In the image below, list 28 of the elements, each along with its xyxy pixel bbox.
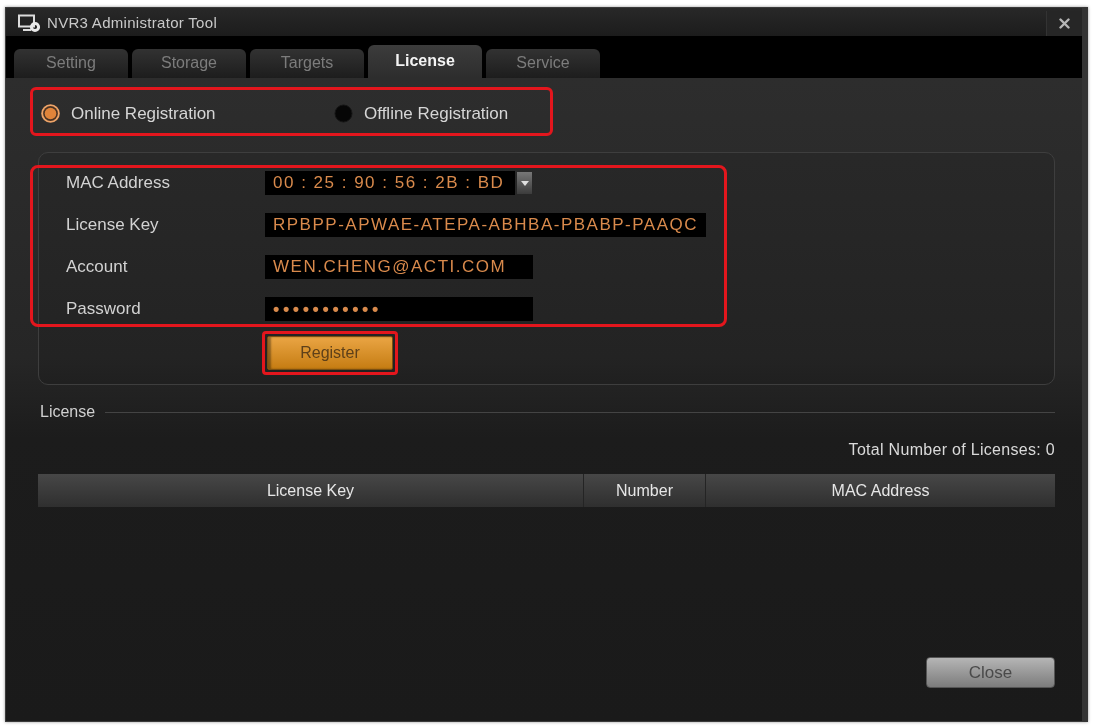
tab[interactable]: License [368, 45, 482, 78]
column-header: License Key [265, 480, 356, 501]
license-count-text: Total Number of Licenses: 0 [848, 441, 1055, 458]
input-field[interactable]: 00 : 25 : 90 : 56 : 2B : BD [265, 171, 515, 195]
window-close-button[interactable] [1046, 10, 1082, 36]
column-header: Number [583, 474, 705, 507]
caret-icon [520, 180, 529, 186]
field-label: License Key [66, 215, 160, 235]
field-label: Account [66, 257, 129, 277]
column-header: MAC Address [705, 474, 1055, 507]
input-field[interactable]: WEN.CHENG@ACTI.COM [265, 255, 533, 279]
radio-button[interactable] [334, 104, 353, 123]
section-title: License [40, 403, 96, 421]
tab[interactable]: Storage [132, 49, 246, 78]
field-label: Password [66, 299, 142, 319]
radio-label[interactable]: Online Registration [71, 103, 216, 124]
tab[interactable]: Service [486, 49, 600, 78]
password-field[interactable]: ••••••••••• [265, 297, 533, 321]
window-title: NVR3 Administrator Tool [47, 13, 218, 31]
dropdown-button[interactable] [517, 172, 532, 194]
tab[interactable]: Setting [14, 49, 128, 78]
tab[interactable]: Targets [250, 49, 364, 78]
close-icon [1059, 17, 1070, 29]
register-button[interactable]: Register [267, 336, 393, 370]
radio-button[interactable] [41, 104, 60, 123]
field-label: MAC Address [66, 173, 171, 193]
radio-label[interactable]: Offline Registration [364, 103, 509, 124]
input-field[interactable]: RPBPP-APWAE-ATEPA-ABHBA-PBABP-PAAQC [265, 213, 706, 237]
